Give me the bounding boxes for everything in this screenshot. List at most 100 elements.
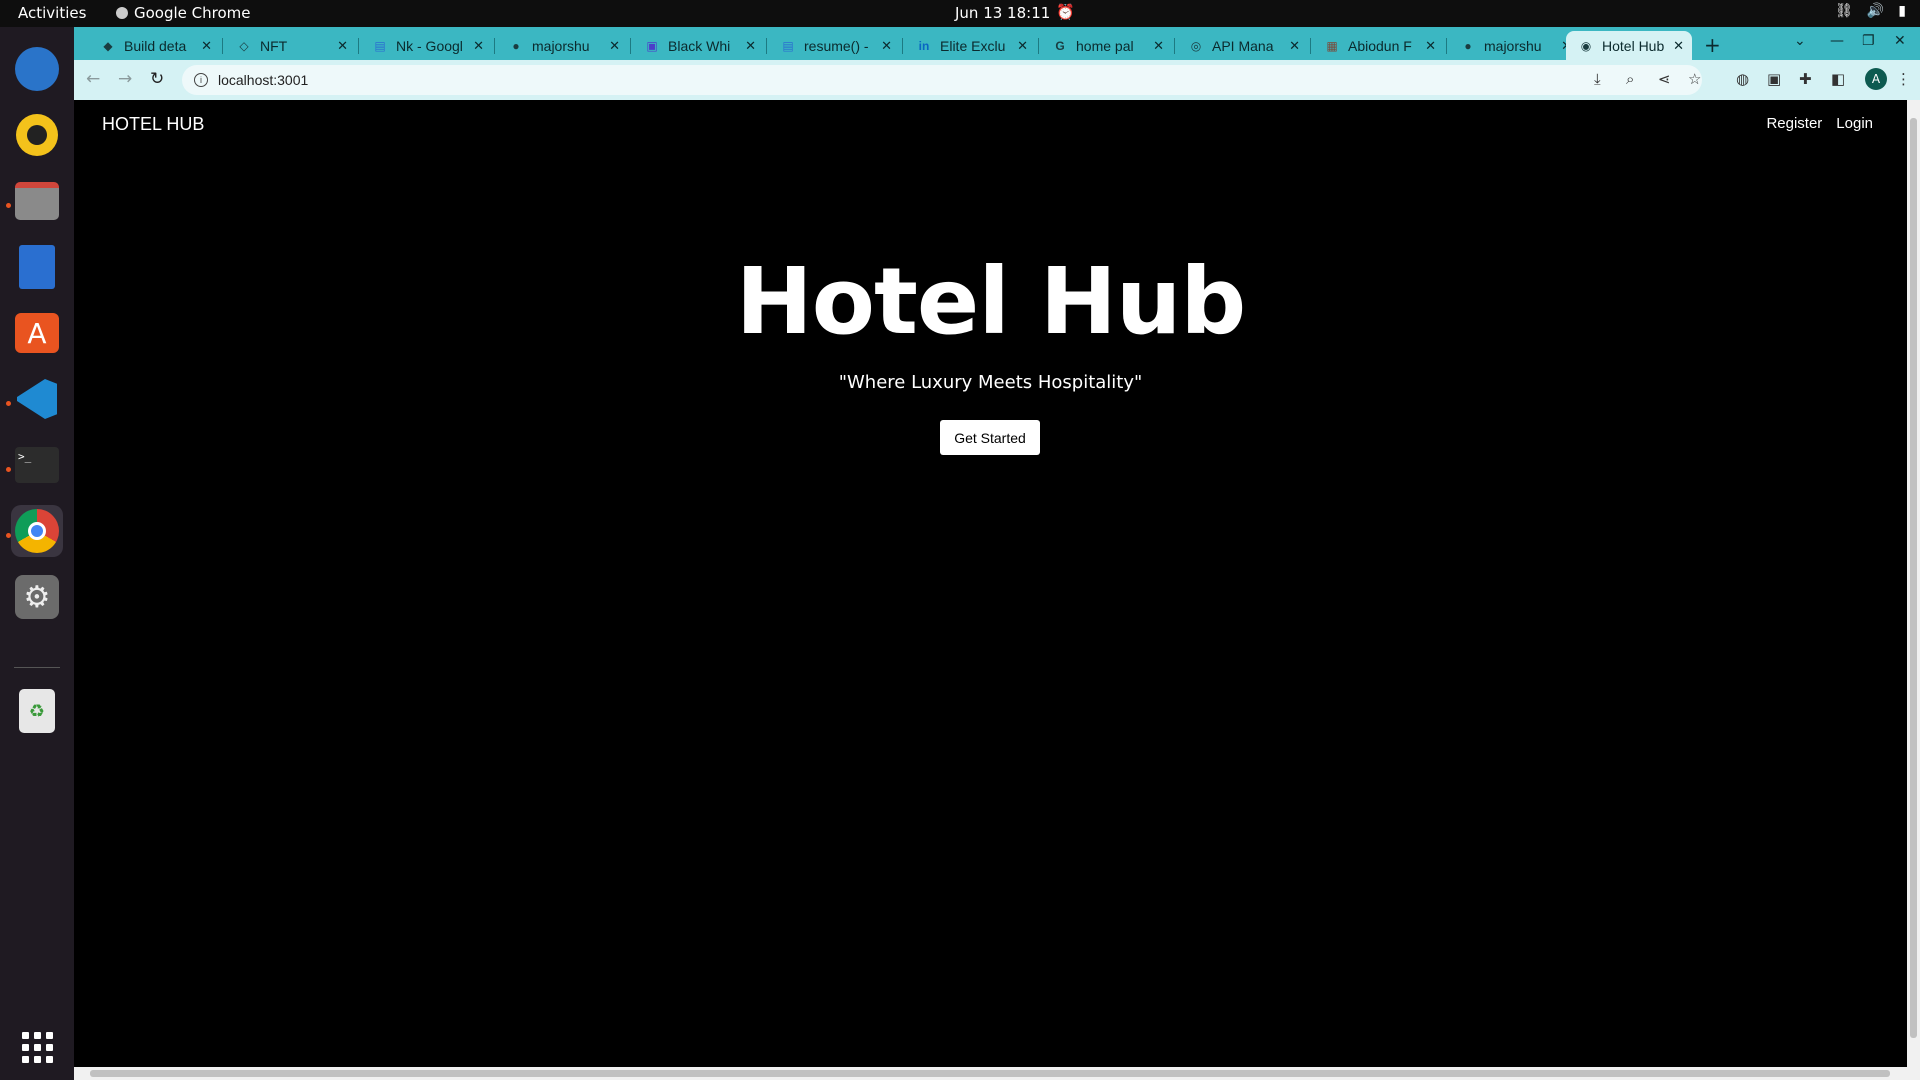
print-icon: ▣ — [646, 38, 658, 53]
browser-frame: ◆ Build deta ✕ ◇ NFT ✕ ▤ Nk - Googl ✕ ● … — [74, 27, 1920, 100]
volume-icon: 🔊 — [1866, 3, 1885, 19]
url-text[interactable]: localhost:3001 — [218, 72, 308, 88]
tab-4[interactable]: ● majorshu ✕ — [496, 31, 628, 60]
share-icon[interactable]: ⋖ — [1658, 70, 1671, 88]
site-brand[interactable]: HOTEL HUB — [102, 114, 204, 135]
close-icon[interactable]: ✕ — [1017, 38, 1028, 54]
tab-10[interactable]: ▦ Abiodun F ✕ — [1312, 31, 1444, 60]
close-icon[interactable]: ✕ — [337, 38, 348, 54]
hero-title: Hotel Hub — [735, 248, 1247, 355]
extension-icon[interactable]: ▣ — [1767, 70, 1781, 88]
build-icon: ◆ — [103, 38, 113, 53]
tab-label: NFT — [260, 37, 288, 54]
chrome-dock-icon[interactable] — [11, 505, 63, 557]
tab-11[interactable]: ● majorshu ✕ — [1448, 31, 1580, 60]
tab-strip: ◆ Build deta ✕ ◇ NFT ✕ ▤ Nk - Googl ✕ ● … — [74, 27, 1920, 60]
close-icon[interactable]: ✕ — [201, 38, 212, 54]
close-icon[interactable]: ✕ — [745, 38, 756, 54]
github-icon: ● — [512, 38, 520, 53]
tab-label: Black Whi — [668, 37, 731, 54]
network-icon: ⛓ — [1835, 3, 1853, 19]
new-tab-button[interactable]: + — [1704, 33, 1721, 57]
bookmark-star-icon[interactable]: ☆ — [1688, 70, 1701, 88]
tab-3[interactable]: ▤ Nk - Googl ✕ — [360, 31, 492, 60]
docs-icon: ▤ — [374, 38, 386, 53]
system-tray[interactable]: ⛓ 🔊 ▮ — [1835, 3, 1906, 19]
app-name-label: Google Chrome — [134, 4, 251, 22]
close-icon[interactable]: ✕ — [881, 38, 892, 54]
forward-icon[interactable]: → — [118, 69, 132, 89]
tab-label: Elite Exclu — [940, 37, 1006, 54]
horizontal-scrollbar[interactable] — [74, 1067, 1920, 1080]
menu-icon[interactable]: ⋮ — [1896, 70, 1911, 88]
tab-label: majorshu — [532, 37, 590, 54]
github-icon: ● — [1464, 38, 1472, 53]
clock[interactable]: Jun 13 18:11 — [955, 4, 1050, 22]
browser-toolbar: ← → ↻ i localhost:3001 ⤓ ⌕ ⋖ ☆ ◍ ▣ ✚ ◧ A… — [74, 60, 1920, 100]
files-icon[interactable] — [11, 175, 63, 227]
reload-icon[interactable]: ↻ — [150, 69, 164, 89]
tab-7[interactable]: in Elite Exclu ✕ — [904, 31, 1036, 60]
restore-icon[interactable]: ❐ — [1862, 33, 1875, 49]
tab-label: Hotel Hub — [1602, 37, 1665, 54]
tab-hotel-hub[interactable]: ◉ Hotel Hub ✕ — [1566, 31, 1692, 60]
api-icon: ◎ — [1190, 38, 1202, 53]
register-link[interactable]: Register — [1766, 115, 1822, 132]
close-icon[interactable]: ✕ — [1425, 38, 1436, 54]
web-page: HOTEL HUB Register Login Hotel Hub "Wher… — [74, 100, 1907, 1067]
tab-label: Abiodun F — [1348, 37, 1412, 54]
tab-6[interactable]: ▤ resume() - ✕ — [768, 31, 900, 60]
app-menu[interactable]: Google Chrome — [116, 4, 251, 22]
minimize-icon[interactable]: — — [1830, 33, 1844, 49]
rhythmbox-icon[interactable] — [11, 109, 63, 161]
get-started-button[interactable]: Get Started — [940, 420, 1040, 455]
alarm-icon: ⏰ — [1056, 3, 1075, 21]
tab-label: Build deta — [124, 37, 187, 54]
login-link[interactable]: Login — [1836, 115, 1873, 132]
show-apps-icon[interactable] — [11, 1021, 63, 1073]
chrome-icon — [116, 7, 128, 19]
settings-icon[interactable]: ⚙ — [11, 571, 63, 623]
extension-icon[interactable]: ◍ — [1736, 70, 1749, 88]
react-icon: ◉ — [1580, 38, 1592, 53]
vscode-icon[interactable] — [11, 373, 63, 425]
vertical-scrollbar[interactable] — [1907, 100, 1920, 1067]
close-icon[interactable]: ✕ — [1289, 38, 1300, 54]
nft-icon: ◇ — [239, 38, 249, 53]
tab-search-icon[interactable]: ⌄ — [1794, 33, 1806, 49]
tab-label: majorshu — [1484, 37, 1542, 54]
close-icon[interactable]: ✕ — [1673, 38, 1684, 54]
site-nav: Register Login — [1766, 115, 1873, 132]
tab-8[interactable]: G home pal ✕ — [1040, 31, 1172, 60]
terminal-icon[interactable]: >_ — [11, 439, 63, 491]
software-center-icon[interactable]: A — [11, 307, 63, 359]
puzzle-icon[interactable]: ✚ — [1799, 70, 1812, 88]
battery-icon: ▮ — [1898, 3, 1906, 19]
trash-icon[interactable]: ♻ — [11, 685, 63, 737]
install-icon[interactable]: ⤓ — [1594, 70, 1601, 88]
zoom-icon[interactable]: ⌕ — [1626, 70, 1634, 88]
tab-1[interactable]: ◆ Build deta ✕ — [88, 31, 220, 60]
window-close-icon[interactable]: ✕ — [1894, 33, 1906, 49]
tab-2[interactable]: ◇ NFT ✕ — [224, 31, 356, 60]
tab-label: home pal — [1076, 37, 1134, 54]
image-icon: ▦ — [1326, 38, 1338, 53]
dock: A >_ ⚙ ♻ — [0, 27, 74, 1080]
site-info-icon[interactable]: i — [194, 73, 208, 87]
close-icon[interactable]: ✕ — [1153, 38, 1164, 54]
profile-avatar[interactable]: A — [1865, 68, 1887, 90]
system-top-bar: Activities Google Chrome Jun 13 18:11 ⏰ … — [0, 0, 1920, 27]
tab-5[interactable]: ▣ Black Whi ✕ — [632, 31, 764, 60]
address-bar[interactable]: i localhost:3001 — [182, 65, 1702, 95]
thunderbird-icon[interactable] — [11, 43, 63, 95]
docs-icon: ▤ — [782, 38, 794, 53]
tab-9[interactable]: ◎ API Mana ✕ — [1176, 31, 1308, 60]
back-icon[interactable]: ← — [86, 69, 100, 89]
close-icon[interactable]: ✕ — [473, 38, 484, 54]
writer-icon[interactable] — [11, 241, 63, 293]
side-panel-icon[interactable]: ◧ — [1831, 70, 1845, 88]
tab-label: API Mana — [1212, 37, 1274, 54]
activities-button[interactable]: Activities — [18, 4, 86, 22]
close-icon[interactable]: ✕ — [609, 38, 620, 54]
google-icon: G — [1055, 38, 1065, 53]
